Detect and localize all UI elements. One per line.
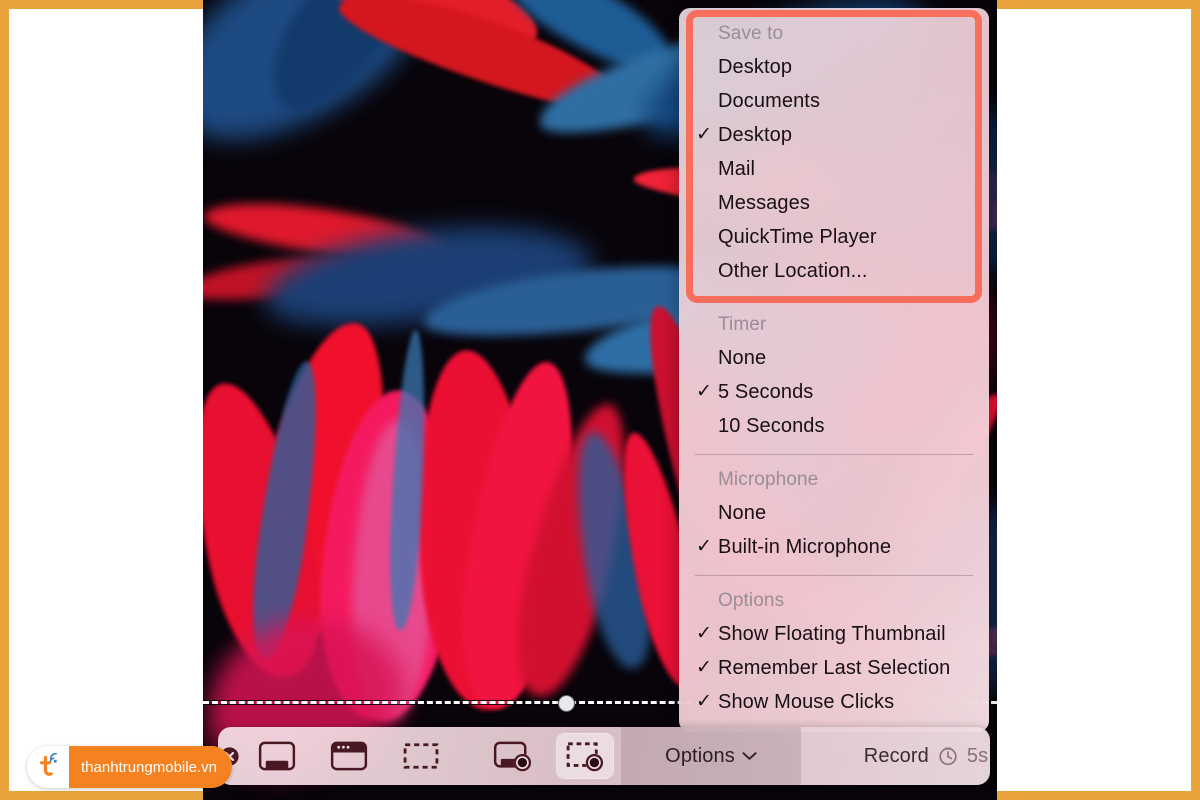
display-record-icon xyxy=(493,741,532,771)
menu-item-label: Mail xyxy=(718,158,756,180)
menu-header-microphone: Microphone xyxy=(718,469,819,490)
menu-item-desktop-2[interactable]: ✓ Desktop xyxy=(679,119,989,153)
capture-selected-window-button[interactable] xyxy=(320,733,378,779)
capture-selected-portion-button[interactable] xyxy=(392,733,450,779)
menu-item-label: Documents xyxy=(718,90,821,112)
menu-section-timer: Timer None ✓ 5 Seconds 10 Seconds xyxy=(679,309,989,444)
menu-item-timer-10-seconds[interactable]: 10 Seconds xyxy=(679,410,989,444)
menu-item-timer-5-seconds[interactable]: ✓ 5 Seconds xyxy=(679,376,989,410)
menu-separator xyxy=(695,575,973,576)
capture-entire-screen-button[interactable] xyxy=(248,733,306,779)
menu-item-label: Desktop xyxy=(718,124,793,146)
dashed-record-icon xyxy=(566,741,604,772)
capture-buttons-group xyxy=(241,727,457,785)
options-button-label: Options xyxy=(665,744,735,767)
record-selected-portion-button[interactable] xyxy=(556,733,614,779)
checkmark-icon: ✓ xyxy=(696,381,713,402)
menu-item-built-in-microphone[interactable]: ✓ Built-in Microphone xyxy=(679,531,989,565)
menu-item-show-floating-thumbnail[interactable]: ✓ Show Floating Thumbnail xyxy=(679,618,989,652)
menu-section-options: Options ✓ Show Floating Thumbnail ✓ Reme… xyxy=(679,585,989,720)
dashed-rectangle-icon xyxy=(403,743,439,769)
record-button[interactable]: Record 5s xyxy=(801,727,990,785)
menu-item-documents[interactable]: Documents xyxy=(679,85,989,119)
menu-item-mail[interactable]: Mail xyxy=(679,153,989,187)
window-icon xyxy=(330,741,368,771)
menu-item-label: None xyxy=(718,502,767,524)
menu-item-label: 10 Seconds xyxy=(718,415,825,437)
checkmark-icon: ✓ xyxy=(696,691,713,712)
menu-item-other-location[interactable]: Other Location... xyxy=(679,255,989,289)
chevron-down-icon xyxy=(742,752,757,760)
checkmark-icon: ✓ xyxy=(696,657,713,678)
watermark-text: thanhtrungmobile.vn xyxy=(69,746,232,788)
record-entire-screen-button[interactable] xyxy=(484,733,542,779)
screenshot-canvas: Save to Desktop Documents ✓ Desktop Mail… xyxy=(203,0,997,800)
record-buttons-group xyxy=(477,727,621,785)
options-dropdown-button[interactable]: Options xyxy=(621,727,801,785)
menu-item-label: Show Mouse Clicks xyxy=(718,691,895,713)
menu-item-label: Desktop xyxy=(718,56,793,78)
options-menu[interactable]: Save to Desktop Documents ✓ Desktop Mail… xyxy=(679,8,989,732)
menu-item-label: Messages xyxy=(718,192,810,214)
record-timer-value: 5s xyxy=(966,744,989,767)
menu-item-timer-none[interactable]: None xyxy=(679,342,989,376)
menu-item-microphone-none[interactable]: None xyxy=(679,497,989,531)
menu-item-label: Built-in Microphone xyxy=(718,536,892,558)
menu-item-show-mouse-clicks[interactable]: ✓ Show Mouse Clicks xyxy=(679,686,989,720)
menu-header-timer: Timer xyxy=(718,314,767,335)
watermark-badge: thanhtrungmobile.vn xyxy=(27,746,232,788)
timer-icon xyxy=(939,747,957,766)
menu-separator xyxy=(695,454,973,455)
thanhtrung-logo-icon xyxy=(40,753,58,776)
menu-header-options: Options xyxy=(718,590,785,611)
menu-section-microphone: Microphone None ✓ Built-in Microphone xyxy=(679,464,989,565)
menu-section-save-to: Save to Desktop Documents ✓ Desktop Mail… xyxy=(679,18,989,289)
page-root: Save to Desktop Documents ✓ Desktop Mail… xyxy=(0,0,1200,800)
record-button-label: Record xyxy=(863,744,929,767)
menu-item-label: 5 Seconds xyxy=(718,381,814,403)
menu-item-label: None xyxy=(718,347,767,369)
menu-header-save-to: Save to xyxy=(718,23,784,44)
checkmark-icon: ✓ xyxy=(696,124,713,145)
display-icon xyxy=(258,741,296,771)
menu-item-remember-last-selection[interactable]: ✓ Remember Last Selection xyxy=(679,652,989,686)
menu-item-label: Other Location... xyxy=(718,260,868,282)
menu-item-messages[interactable]: Messages xyxy=(679,187,989,221)
menu-item-label: Remember Last Selection xyxy=(718,657,951,679)
watermark-logo xyxy=(27,746,69,788)
menu-item-quicktime-player[interactable]: QuickTime Player xyxy=(679,221,989,255)
selection-drag-handle[interactable] xyxy=(558,695,575,712)
checkmark-icon: ✓ xyxy=(696,536,713,557)
menu-separator xyxy=(695,299,973,300)
menu-item-label: QuickTime Player xyxy=(718,226,877,248)
screenshot-toolbar: Options Record 5s xyxy=(218,727,990,785)
menu-item-label: Show Floating Thumbnail xyxy=(718,623,946,645)
checkmark-icon: ✓ xyxy=(696,623,713,644)
menu-item-desktop-1[interactable]: Desktop xyxy=(679,51,989,85)
